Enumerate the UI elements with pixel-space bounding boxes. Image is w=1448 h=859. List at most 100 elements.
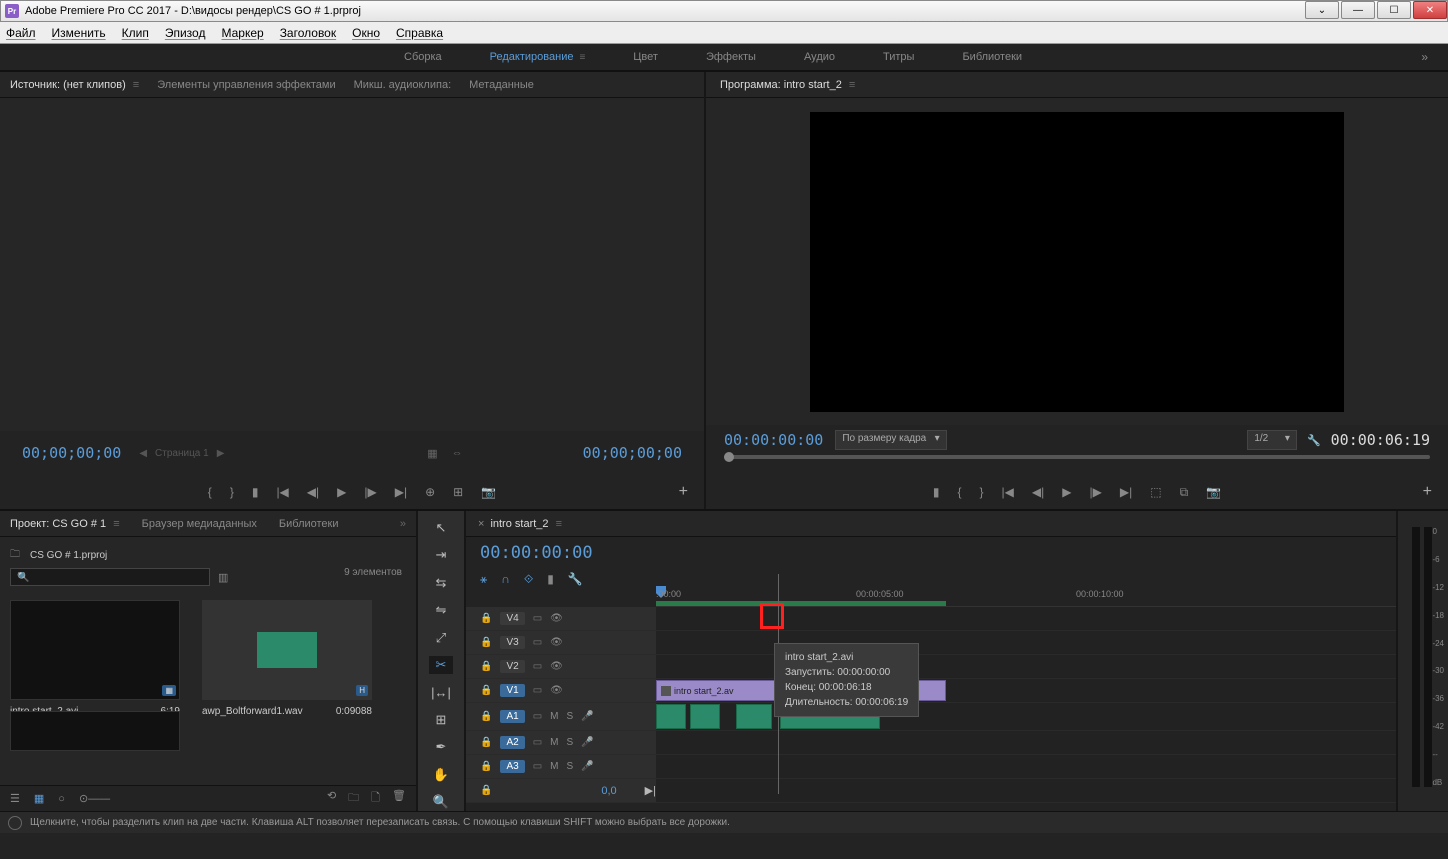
lock-icon[interactable]: 🔒 (480, 761, 492, 772)
delete-icon[interactable]: 🗑 (392, 789, 406, 808)
program-fit-select[interactable]: По размеру кадра ▾ (835, 430, 946, 450)
clip-audio[interactable] (656, 704, 686, 729)
mic-icon[interactable]: 🎤 (581, 711, 593, 722)
sync-icon[interactable]: ▭ (533, 761, 542, 772)
src-fit-icon[interactable]: ⇔ (452, 447, 463, 460)
ws-editing[interactable]: Редактирование≡ (466, 44, 610, 70)
track-tag[interactable]: A2 (500, 736, 524, 749)
menu-clip[interactable]: Клип (122, 26, 149, 40)
source-tc-in[interactable]: 00;00;00;00 (22, 444, 121, 462)
source-tc-out[interactable]: 00;00;00;00 (583, 444, 682, 462)
tool-razor-icon[interactable]: ✂ (429, 656, 453, 673)
close-button[interactable]: ✕ (1413, 1, 1447, 19)
ws-titles[interactable]: Титры (859, 44, 938, 70)
sync-icon[interactable]: ▭ (533, 661, 542, 672)
prog-step-fwd-icon[interactable]: |▶ (1090, 485, 1102, 499)
maximize-button[interactable]: ☐ (1377, 1, 1411, 19)
tab-media-browser[interactable]: Браузер медиаданных (142, 518, 257, 530)
minimize-button[interactable]: — (1341, 1, 1375, 19)
sync-icon[interactable]: ▭ (533, 685, 542, 696)
prog-add-button-icon[interactable]: + (1423, 483, 1432, 501)
src-step-fwd-icon[interactable]: |▶ (364, 485, 376, 499)
program-viewport[interactable] (810, 112, 1344, 412)
view-freeform-icon[interactable]: ○ (58, 793, 65, 805)
prog-export-frame-icon[interactable]: 📷 (1206, 485, 1221, 499)
tl-link-icon[interactable]: ⟐ (524, 572, 533, 587)
tool-pen-icon[interactable]: ✒ (429, 739, 453, 756)
prog-play-icon[interactable]: ▶ (1062, 485, 1071, 499)
tl-marker-icon[interactable]: ▮ (547, 572, 554, 586)
src-play-icon[interactable]: ▶ (337, 485, 346, 499)
project-search-input[interactable] (10, 568, 210, 586)
ws-effects[interactable]: Эффекты (682, 44, 780, 70)
src-grid-icon[interactable]: ▦ (427, 447, 437, 460)
tab-libraries[interactable]: Библиотеки (279, 518, 339, 530)
src-overwrite-icon[interactable]: ⊞ (453, 485, 463, 499)
prog-step-back-icon[interactable]: ◀| (1032, 485, 1044, 499)
prog-lift-icon[interactable]: ⬚ (1150, 485, 1161, 499)
menu-sequence[interactable]: Эпизод (165, 26, 206, 40)
prog-goto-in-icon[interactable]: |◀ (1002, 485, 1014, 499)
pager-prev-icon[interactable]: ◀ (139, 448, 147, 459)
tab-project[interactable]: Проект: CS GO # 1 ≡ (10, 518, 120, 530)
menu-edit[interactable]: Изменить (52, 26, 106, 40)
src-marker-out-icon[interactable]: } (230, 485, 234, 499)
ws-overflow-icon[interactable]: » (1421, 50, 1448, 64)
lock-icon[interactable]: 🔒 (480, 711, 492, 722)
src-add-button-icon[interactable]: + (679, 483, 688, 501)
program-scrubber[interactable] (724, 455, 1430, 459)
lock-icon[interactable]: 🔒 (480, 685, 492, 696)
menu-marker[interactable]: Маркер (221, 26, 263, 40)
tool-hand-icon[interactable]: ✋ (429, 766, 453, 783)
eye-icon[interactable]: 👁 (550, 637, 563, 648)
tl-magnet-icon[interactable]: ∩ (501, 572, 510, 586)
program-tc-in[interactable]: 00:00:00:00 (724, 431, 823, 449)
eye-icon[interactable]: 👁 (550, 685, 563, 696)
tool-slip-icon[interactable]: |↔| (429, 684, 453, 701)
tool-rate-stretch-icon[interactable]: ⤢ (429, 629, 453, 646)
menu-file[interactable]: Файл (6, 26, 36, 40)
src-step-back-icon[interactable]: ◀| (307, 485, 319, 499)
view-list-icon[interactable]: ☰ (10, 792, 20, 805)
prog-extract-icon[interactable]: ⧉ (1180, 485, 1189, 500)
eye-icon[interactable]: 👁 (550, 661, 563, 672)
tool-rolling-icon[interactable]: ⇋ (429, 601, 453, 618)
timeline-tc[interactable]: 00:00:00:00 (480, 543, 593, 563)
tool-slide-icon[interactable]: ⊞ (429, 711, 453, 728)
mute-icon[interactable]: M (550, 737, 558, 748)
sync-icon[interactable]: ▭ (533, 737, 542, 748)
tool-selection-icon[interactable]: ↖ (429, 519, 453, 536)
solo-icon[interactable]: S (566, 761, 573, 772)
solo-icon[interactable]: S (566, 737, 573, 748)
lock-icon[interactable]: 🔒 (480, 737, 492, 748)
sync-icon[interactable]: ▭ (533, 711, 542, 722)
program-res-select[interactable]: 1/2 ▾ (1247, 430, 1297, 450)
solo-icon[interactable]: S (566, 711, 573, 722)
mic-icon[interactable]: 🎤 (581, 761, 593, 772)
track-tag[interactable]: A1 (500, 710, 524, 723)
pager-next-icon[interactable]: ▶ (217, 448, 225, 459)
track-tag[interactable]: V4 (500, 612, 524, 625)
prog-goto-out-icon[interactable]: ▶| (1120, 485, 1132, 499)
tab-program[interactable]: Программа: intro start_2 ≡ (720, 79, 855, 91)
src-export-frame-icon[interactable]: 📷 (481, 485, 496, 499)
lock-icon[interactable]: 🔒 (480, 613, 492, 624)
program-settings-icon[interactable]: 🔧 (1307, 434, 1321, 447)
mic-icon[interactable]: 🎤 (581, 737, 593, 748)
project-item-partial[interactable] (10, 711, 180, 751)
tab-source[interactable]: Источник: (нет клипов) ≡ (10, 79, 139, 91)
lock-icon[interactable]: 🔒 (480, 637, 492, 648)
bin-icon[interactable]: 🗀 (10, 547, 20, 564)
menu-help[interactable]: Справка (396, 26, 443, 40)
new-bin-icon[interactable]: 🗀 (348, 789, 359, 808)
project-item-video[interactable]: ▦ intro start_2.avi6:19 (10, 600, 180, 717)
tl-wrench-icon[interactable]: 🔧 (568, 572, 583, 586)
mute-icon[interactable]: M (550, 761, 558, 772)
tl-snap-icon[interactable]: ⚹ (480, 572, 487, 587)
lock-icon[interactable]: 🔒 (480, 785, 492, 796)
track-tag[interactable]: A3 (500, 760, 524, 773)
tab-audio-mixer[interactable]: Микш. аудиоклипа: (354, 79, 452, 91)
tool-ripple-icon[interactable]: ⇆ (429, 574, 453, 591)
timeline-tab[interactable]: intro start_2 ≡ (490, 518, 562, 530)
new-item-icon[interactable]: 🗋 (371, 789, 380, 808)
